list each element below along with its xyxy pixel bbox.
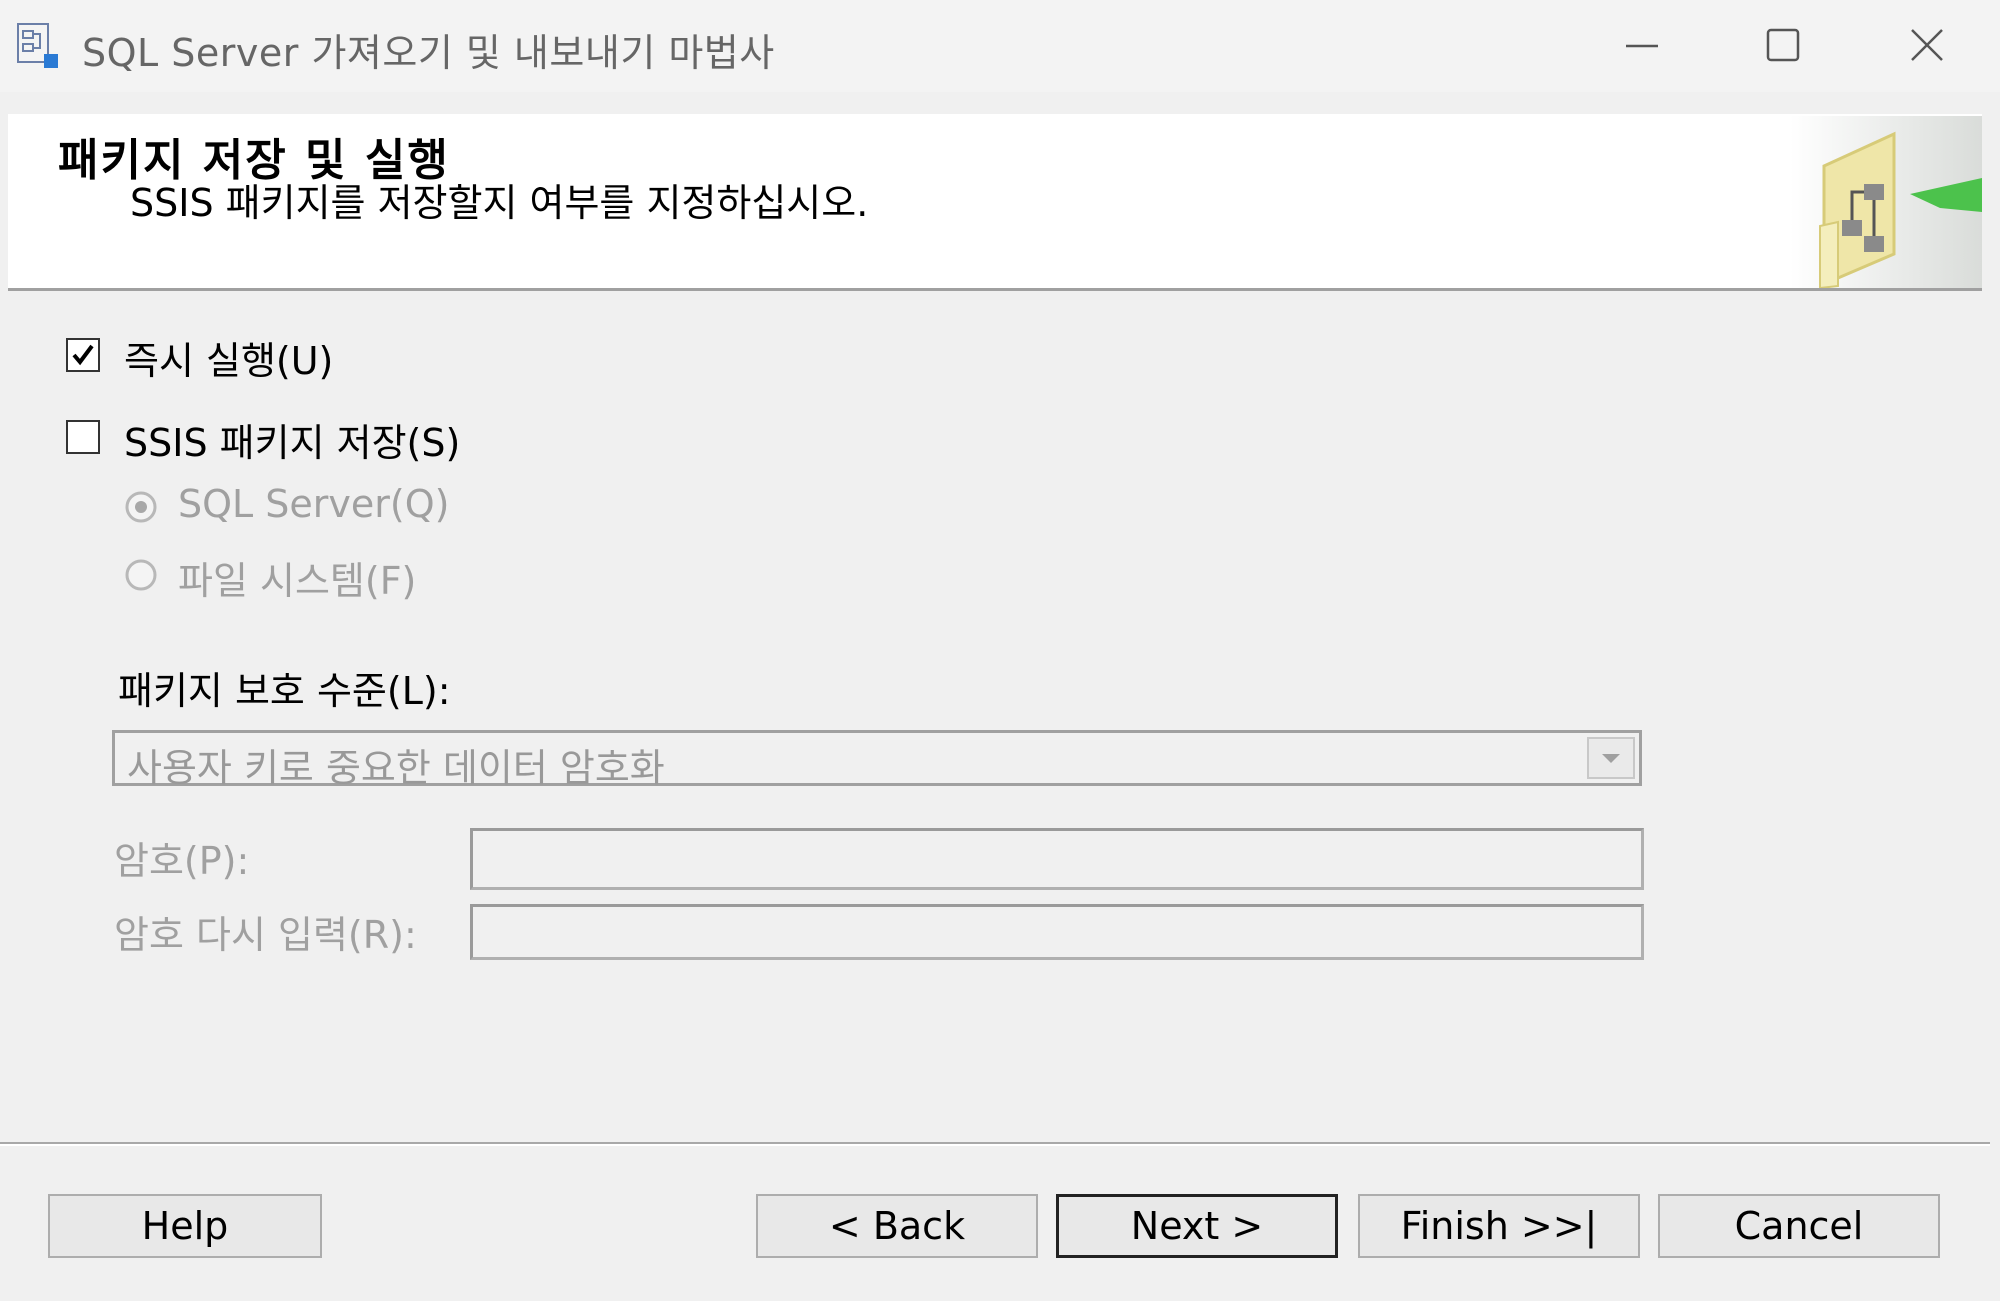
window-title: SQL Server 가져오기 및 내보내기 마법사 <box>82 31 775 75</box>
footer-divider-highlight <box>0 1144 1990 1146</box>
minimize-icon[interactable] <box>1606 18 1676 74</box>
file-system-radio-label[interactable]: 파일 시스템(F) <box>178 550 416 605</box>
protection-level-value: 사용자 키로 중요한 데이터 암호화 <box>127 746 665 790</box>
package-diagram-icon <box>1790 116 1982 290</box>
close-icon[interactable] <box>1892 18 1962 74</box>
sql-server-radio[interactable] <box>124 490 158 524</box>
save-package-checkbox[interactable] <box>66 420 100 454</box>
protection-level-select[interactable]: 사용자 키로 중요한 데이터 암호화 <box>112 730 1642 790</box>
next-button[interactable]: Next > <box>1056 1194 1338 1258</box>
header-divider <box>8 288 1982 291</box>
title-bar: SQL Server 가져오기 및 내보내기 마법사 <box>0 0 2000 92</box>
finish-button[interactable]: Finish >>| <box>1358 1194 1640 1258</box>
save-package-label[interactable]: SSIS 패키지 저장(S) <box>124 412 460 467</box>
wizard-icon <box>14 22 62 70</box>
cancel-button[interactable]: Cancel <box>1658 1194 1940 1258</box>
run-immediately-label[interactable]: 즉시 실행(U) <box>124 330 333 385</box>
password-label: 암호(P): <box>114 839 250 883</box>
file-system-radio[interactable] <box>124 558 158 592</box>
password-confirm-label: 암호 다시 입력(R): <box>114 913 417 957</box>
page-subtitle: SSIS 패키지를 저장할지 여부를 지정하십시오. <box>130 181 869 225</box>
maximize-icon[interactable] <box>1748 18 1818 74</box>
run-immediately-checkbox[interactable] <box>66 338 100 372</box>
password-field[interactable] <box>470 828 1644 890</box>
sql-server-radio-label[interactable]: SQL Server(Q) <box>178 482 449 526</box>
help-button[interactable]: Help <box>48 1194 322 1258</box>
password-confirm-field[interactable] <box>470 904 1644 960</box>
chevron-down-icon[interactable] <box>1587 737 1635 779</box>
protection-level-label: 패키지 보호 수준(L): <box>118 669 451 713</box>
back-button[interactable]: < Back <box>756 1194 1038 1258</box>
